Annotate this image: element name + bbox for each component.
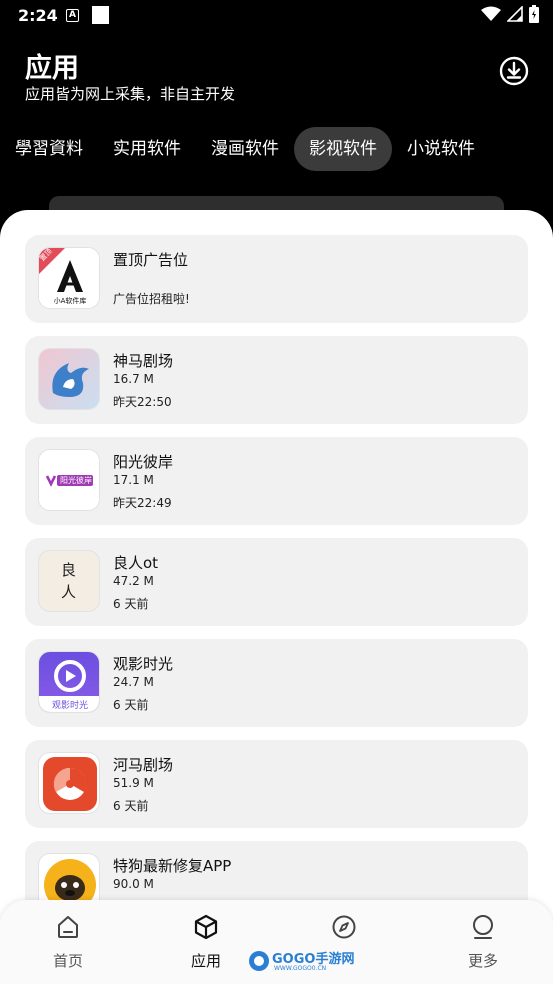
app-card-yangguang[interactable]: 阳光彼岸 阳光彼岸 17.1 M 昨天22:49 (25, 437, 528, 525)
app-name: 置顶广告位 (113, 251, 189, 269)
app-icon-yangguang: 阳光彼岸 (38, 449, 100, 511)
tab-study[interactable]: 學習資料 (0, 127, 98, 171)
app-name: 观影时光 (113, 655, 174, 673)
app-updated: 6 天前 (113, 698, 149, 712)
app-icon-caption: 良人 (61, 561, 77, 601)
app-updated: 6 天前 (113, 799, 149, 813)
home-icon (58, 916, 78, 938)
more-icon (473, 915, 493, 939)
nav-apps[interactable]: 应用 (166, 914, 246, 971)
app-icon-caption: 观影时光 (51, 701, 88, 711)
app-icon-caption: 小A软件库 (53, 297, 87, 305)
nav-discover[interactable] (304, 914, 384, 950)
app-size: 16.7 M (113, 372, 154, 386)
app-name: 河马剧场 (113, 756, 174, 774)
compass-icon (332, 915, 356, 939)
nav-apps-label: 应用 (190, 952, 221, 970)
download-icon[interactable] (499, 56, 529, 86)
cube-icon (194, 914, 218, 940)
app-card-liangren[interactable]: 良人 良人ot 47.2 M 6 天前 (25, 538, 528, 626)
app-updated: 昨天22:50 (113, 395, 172, 409)
category-tabs: 學習資料 实用软件 漫画软件 影视软件 小说软件 (0, 127, 490, 171)
ad-text: 广告位招租啦! (113, 292, 190, 306)
app-header: 应用 应用皆为网上采集，非自主开发 學習資料 实用软件 漫画软件 影视软件 小说… (0, 32, 553, 212)
nav-more[interactable]: 更多 (443, 914, 523, 971)
app-icon-a-logo: 置顶 小A软件库 (38, 247, 100, 309)
app-size: 47.2 M (113, 574, 154, 588)
app-card-guanying[interactable]: 观影时光 观影时光 24.7 M 6 天前 (25, 639, 528, 727)
app-size: 24.7 M (113, 675, 154, 689)
app-name: 阳光彼岸 (113, 453, 174, 471)
wifi-icon (481, 6, 501, 21)
app-icon-liangren: 良人 (38, 550, 100, 612)
page-title: 应用 (25, 53, 79, 84)
watermark-icon (249, 951, 269, 971)
app-icon-hema (38, 752, 100, 814)
app-icon-guanying: 观影时光 (38, 651, 100, 713)
nav-home[interactable]: 首页 (28, 914, 108, 971)
status-indicators (481, 5, 539, 23)
notification-square-icon (92, 6, 109, 24)
tab-novels[interactable]: 小说软件 (392, 127, 490, 171)
tab-utility[interactable]: 实用软件 (98, 127, 196, 171)
app-updated: 6 天前 (113, 597, 149, 611)
app-card-shenma[interactable]: 神马剧场 16.7 M 昨天22:50 (25, 336, 528, 424)
app-size: 17.1 M (113, 473, 154, 487)
app-card-hema[interactable]: 河马剧场 51.9 M 6 天前 (25, 740, 528, 828)
app-card-pinned-ad[interactable]: 置顶 小A软件库 置顶广告位 广告位招租啦! (25, 235, 528, 323)
app-icon-caption: 阳光彼岸 (60, 476, 92, 485)
app-size: 90.0 M (113, 877, 154, 891)
signal-icon (507, 6, 523, 22)
notification-a-icon: A (66, 9, 79, 22)
app-name: 良人ot (113, 554, 159, 572)
app-icon-shenma (38, 348, 100, 410)
status-bar: 2:24 A (0, 0, 553, 32)
app-updated: 昨天22:49 (113, 496, 172, 510)
watermark-url: WWW.GOGO0.CN (274, 965, 327, 972)
page-subtitle: 应用皆为网上采集，非自主开发 (25, 85, 236, 103)
nav-more-label: 更多 (467, 952, 498, 970)
tab-video[interactable]: 影视软件 (294, 127, 392, 171)
app-name: 特狗最新修复APP (113, 857, 232, 875)
nav-home-label: 首页 (52, 952, 83, 970)
app-list-sheet: 置顶 小A软件库 置顶广告位 广告位招租啦! 神马剧场 16.7 M 昨天22:… (0, 210, 553, 984)
app-size: 51.9 M (113, 776, 154, 790)
watermark-logo: GOGO手游网 WWW.GOGO0.CN (248, 948, 366, 974)
tab-comics[interactable]: 漫画软件 (196, 127, 294, 171)
status-time: 2:24 (18, 6, 58, 25)
battery-icon (529, 5, 539, 23)
app-name: 神马剧场 (113, 352, 174, 370)
